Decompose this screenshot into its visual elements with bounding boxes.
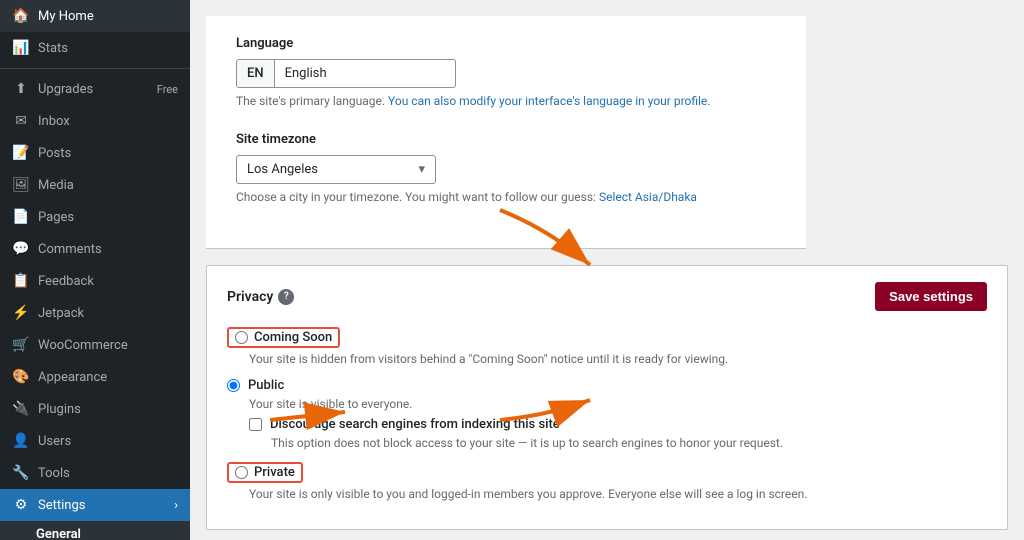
discourage-desc: This option does not block access to you… (271, 436, 987, 450)
sidebar-item-tools[interactable]: 🔧 Tools (0, 457, 190, 489)
privacy-title: Privacy ? (227, 289, 294, 305)
privacy-section: Privacy ? Save settings Coming Soon Your… (206, 265, 1008, 530)
sidebar-item-upgrades[interactable]: ⬆ Upgrades Free (0, 73, 190, 105)
sidebar-item-my-home[interactable]: 🏠 My Home (0, 0, 190, 32)
feedback-icon: 📋 (12, 273, 30, 289)
timezone-field: Site timezone Los Angeles ▾ Choose a cit… (236, 132, 776, 204)
stats-icon: 📊 (12, 40, 30, 56)
public-option: Public Your site is visible to everyone.… (227, 378, 987, 450)
private-desc: Your site is only visible to you and log… (249, 487, 987, 501)
sidebar-item-feedback[interactable]: 📋 Feedback (0, 265, 190, 297)
free-badge: Free (157, 83, 178, 96)
sidebar-item-pages[interactable]: 📄 Pages (0, 201, 190, 233)
jetpack-icon: ⚡ (12, 305, 30, 321)
upgrades-icon: ⬆ (12, 81, 30, 97)
public-radio[interactable] (227, 379, 240, 392)
timezone-dropdown[interactable]: Los Angeles ▾ (236, 155, 436, 184)
language-selector[interactable]: EN English (236, 59, 456, 88)
language-section: Language EN English The site's primary l… (206, 16, 806, 249)
language-field: Language EN English The site's primary l… (236, 36, 776, 108)
settings-submenu: General Performance Writing Discussion R… (0, 521, 190, 540)
media-icon: 🖼 (12, 177, 30, 193)
sidebar-item-posts[interactable]: 📝 Posts (0, 137, 190, 169)
comments-icon: 💬 (12, 241, 30, 257)
sidebar-item-media[interactable]: 🖼 Media (0, 169, 190, 201)
language-label: Language (236, 36, 776, 51)
public-desc: Your site is visible to everyone. (249, 397, 987, 411)
sidebar-item-settings[interactable]: ⚙ Settings › (0, 489, 190, 521)
chevron-down-icon: ▾ (418, 162, 425, 177)
sidebar-item-users[interactable]: 👤 Users (0, 425, 190, 457)
users-icon: 👤 (12, 433, 30, 449)
sidebar-item-appearance[interactable]: 🎨 Appearance (0, 361, 190, 393)
submenu-item-general[interactable]: General (0, 521, 190, 540)
discourage-option: Discourage search engines from indexing … (249, 417, 987, 450)
language-profile-link[interactable]: You can also modify your interface's lan… (388, 94, 710, 108)
timezone-help: Choose a city in your timezone. You migh… (236, 190, 776, 204)
private-label[interactable]: Private (254, 465, 295, 480)
sidebar-item-comments[interactable]: 💬 Comments (0, 233, 190, 265)
timezone-guess-link[interactable]: Select Asia/Dhaka (599, 190, 697, 204)
plugins-icon: 🔌 (12, 401, 30, 417)
sidebar-item-plugins[interactable]: 🔌 Plugins (0, 393, 190, 425)
sidebar-item-stats[interactable]: 📊 Stats (0, 32, 190, 64)
divider (0, 68, 190, 69)
coming-soon-outlined: Coming Soon (227, 327, 340, 348)
language-help: The site's primary language. You can als… (236, 94, 776, 108)
public-label[interactable]: Public (248, 378, 284, 393)
main-wrapper: Language EN English The site's primary l… (190, 0, 1024, 540)
sidebar-item-woocommerce[interactable]: 🛒 WooCommerce (0, 329, 190, 361)
discourage-row: Discourage search engines from indexing … (249, 417, 987, 432)
save-settings-button[interactable]: Save settings (875, 282, 987, 311)
private-option: Private Your site is only visible to you… (227, 462, 987, 501)
home-icon: 🏠 (12, 8, 30, 24)
privacy-info-icon[interactable]: ? (278, 289, 294, 305)
timezone-value: Los Angeles (247, 162, 318, 177)
sidebar-item-inbox[interactable]: ✉ Inbox (0, 105, 190, 137)
public-row: Public (227, 378, 987, 393)
tools-icon: 🔧 (12, 465, 30, 481)
coming-soon-label[interactable]: Coming Soon (254, 330, 332, 345)
timezone-label: Site timezone (236, 132, 776, 147)
pages-icon: 📄 (12, 209, 30, 225)
inbox-icon: ✉ (12, 113, 30, 129)
coming-soon-option: Coming Soon Your site is hidden from vis… (227, 327, 987, 366)
language-prefix: EN (237, 60, 275, 87)
posts-icon: 📝 (12, 145, 30, 161)
privacy-header: Privacy ? Save settings (227, 282, 987, 311)
coming-soon-desc: Your site is hidden from visitors behind… (249, 352, 987, 366)
sidebar-item-jetpack[interactable]: ⚡ Jetpack (0, 297, 190, 329)
appearance-icon: 🎨 (12, 369, 30, 385)
content-area: Language EN English The site's primary l… (190, 0, 1024, 540)
private-radio[interactable] (235, 466, 248, 479)
language-value: English (275, 60, 455, 87)
coming-soon-row: Coming Soon (227, 327, 987, 348)
woocommerce-icon: 🛒 (12, 337, 30, 353)
private-outlined: Private (227, 462, 303, 483)
discourage-label[interactable]: Discourage search engines from indexing … (270, 417, 560, 432)
coming-soon-radio[interactable] (235, 331, 248, 344)
sidebar: 🏠 My Home 📊 Stats ⬆ Upgrades Free ✉ Inbo… (0, 0, 190, 540)
private-row: Private (227, 462, 987, 483)
discourage-checkbox[interactable] (249, 418, 262, 431)
settings-icon: ⚙ (12, 497, 30, 513)
settings-arrow: › (174, 498, 178, 513)
